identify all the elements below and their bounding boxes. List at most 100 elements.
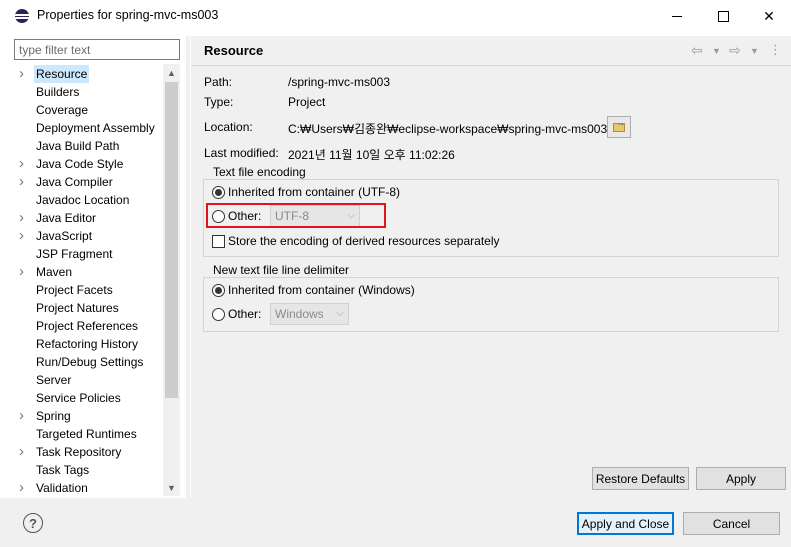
last-modified-label: Last modified: xyxy=(204,146,279,160)
store-encoding-checkbox[interactable] xyxy=(212,235,225,248)
tree-item[interactable]: Server xyxy=(14,371,164,389)
show-in-explorer-button[interactable] xyxy=(607,116,631,138)
tree-item[interactable]: › Java Compiler xyxy=(14,173,164,191)
tree-item[interactable]: Deployment Assembly xyxy=(14,119,164,137)
annotation-highlight-box xyxy=(206,203,386,228)
tree-item[interactable]: › Maven xyxy=(14,263,164,281)
window-title: Properties for spring-mvc-ms003 xyxy=(37,8,219,22)
chevron-right-icon[interactable]: › xyxy=(19,155,29,173)
tree-item[interactable]: Project Facets xyxy=(14,281,164,299)
text-file-encoding-title: Text file encoding xyxy=(210,165,309,179)
delimiter-inherited-label[interactable]: Inherited from container (Windows) xyxy=(228,283,415,297)
delimiter-inherited-radio[interactable] xyxy=(212,284,225,297)
tree-item[interactable]: Javadoc Location xyxy=(14,191,164,209)
tree-item[interactable]: › Spring xyxy=(14,407,164,425)
tree-item[interactable]: Refactoring History xyxy=(14,335,164,353)
tree-item-label: Server xyxy=(36,373,72,387)
back-arrow-icon[interactable]: ⇦ xyxy=(691,42,703,59)
header-divider xyxy=(191,65,791,66)
back-menu-chevron-icon[interactable]: ▼ xyxy=(712,46,721,56)
page-header: Resource ⇦ ▼ ⇨ ▼ ⋮ xyxy=(191,36,791,66)
tree-item-label: Service Policies xyxy=(36,391,121,405)
delimiter-other-select[interactable]: Windows ⌵ xyxy=(270,303,349,325)
tree-item[interactable]: › Java Code Style xyxy=(14,155,164,173)
minimize-button[interactable] xyxy=(654,0,700,32)
tree-item[interactable]: › Task Repository xyxy=(14,443,164,461)
chevron-right-icon[interactable]: › xyxy=(19,407,29,425)
chevron-right-icon[interactable]: › xyxy=(19,263,29,281)
eclipse-icon xyxy=(15,9,29,23)
title-bar: Properties for spring-mvc-ms003 xyxy=(0,0,791,32)
tree-item[interactable]: › Java Editor xyxy=(14,209,164,227)
cancel-button[interactable]: Cancel xyxy=(683,512,780,535)
location-label: Location: xyxy=(204,120,253,134)
encoding-inherited-label[interactable]: Inherited from container (UTF-8) xyxy=(228,185,400,199)
filter-input[interactable] xyxy=(14,39,180,60)
tree-item-label: Javadoc Location xyxy=(36,193,130,207)
path-label: Path: xyxy=(204,75,233,89)
chevron-right-icon[interactable]: › xyxy=(19,65,29,83)
restore-defaults-button[interactable]: Restore Defaults xyxy=(592,467,689,490)
scroll-thumb[interactable] xyxy=(165,82,178,398)
tree-item[interactable]: › Resource xyxy=(14,65,164,83)
tree-item-label: Java Build Path xyxy=(36,139,120,153)
tree-item-label: Validation xyxy=(36,481,88,495)
maximize-button[interactable] xyxy=(700,0,746,32)
tree-item[interactable]: Targeted Runtimes xyxy=(14,425,164,443)
forward-arrow-icon[interactable]: ⇨ xyxy=(729,42,741,59)
dialog-button-bar: ? Apply and Close Cancel xyxy=(0,498,791,547)
tree-item-label: Project Facets xyxy=(36,283,113,297)
chevron-right-icon[interactable]: › xyxy=(19,227,29,245)
tree-item[interactable]: Builders xyxy=(14,83,164,101)
forward-menu-chevron-icon[interactable]: ▼ xyxy=(750,46,759,56)
tree-item-label: Maven xyxy=(36,265,73,279)
encoding-inherited-radio[interactable] xyxy=(212,186,225,199)
tree-item[interactable]: › JavaScript xyxy=(14,227,164,245)
tree-item[interactable]: Coverage xyxy=(14,101,164,119)
path-value: /spring-mvc-ms003 xyxy=(288,75,391,89)
tree-scrollbar[interactable]: ▲ ▼ xyxy=(163,64,180,496)
tree-item[interactable]: Java Build Path xyxy=(14,137,164,155)
chevron-down-icon: ⌵ xyxy=(336,308,344,319)
chevron-right-icon[interactable]: › xyxy=(19,479,29,496)
chevron-right-icon[interactable]: › xyxy=(19,173,29,191)
tree-item[interactable]: Project References xyxy=(14,317,164,335)
chevron-right-icon[interactable]: › xyxy=(19,443,29,461)
scroll-up-arrow-icon[interactable]: ▲ xyxy=(163,64,180,81)
scroll-down-arrow-icon[interactable]: ▼ xyxy=(163,479,180,496)
page-title: Resource xyxy=(204,43,264,58)
tree-item-label: Refactoring History xyxy=(36,337,139,351)
tree-item[interactable]: JSP Fragment xyxy=(14,245,164,263)
help-icon[interactable]: ? xyxy=(23,513,43,533)
property-tree: › Resource Builders Coverage Deployment Asse… xyxy=(14,64,180,496)
resource-page: Resource ⇦ ▼ ⇨ ▼ ⋮ Path: /spring-mvc-ms0… xyxy=(191,36,791,498)
tree-item-label: Targeted Runtimes xyxy=(36,427,137,441)
tree-item-label: Java Code Style xyxy=(36,157,124,171)
folder-icon xyxy=(613,118,625,132)
line-delimiter-title: New text file line delimiter xyxy=(210,263,353,277)
tree-item[interactable]: Run/Debug Settings xyxy=(14,353,164,371)
chevron-right-icon[interactable]: › xyxy=(19,209,29,227)
location-value: C:₩Users₩김종완₩eclipse-workspace₩spring-mv… xyxy=(288,122,608,136)
close-button[interactable] xyxy=(746,0,791,32)
tree-item[interactable]: Task Tags xyxy=(14,461,164,479)
delimiter-other-radio[interactable] xyxy=(212,308,225,321)
apply-and-close-button[interactable]: Apply and Close xyxy=(577,512,674,535)
apply-button[interactable]: Apply xyxy=(696,467,786,490)
tree-item-label: JSP Fragment xyxy=(36,247,113,261)
tree-item-label: Builders xyxy=(36,85,80,99)
more-options-icon[interactable]: ⋮ xyxy=(769,42,782,58)
store-encoding-label[interactable]: Store the encoding of derived resources … xyxy=(228,234,500,248)
panel-divider[interactable] xyxy=(186,36,190,498)
tree-item[interactable]: Project Natures xyxy=(14,299,164,317)
tree-item-label: Task Tags xyxy=(36,463,90,477)
tree-item-label: Run/Debug Settings xyxy=(36,355,144,369)
tree-item-label: Coverage xyxy=(36,103,89,117)
tree-item[interactable]: Service Policies xyxy=(14,389,164,407)
tree-item[interactable]: › Validation xyxy=(14,479,164,496)
delimiter-other-label[interactable]: Other: xyxy=(228,307,261,321)
last-modified-value: 2021년 11월 10일 오후 11:02:26 xyxy=(288,148,455,162)
type-label: Type: xyxy=(204,95,234,109)
tree-item-label: JavaScript xyxy=(36,229,93,243)
type-value: Project xyxy=(288,95,326,109)
